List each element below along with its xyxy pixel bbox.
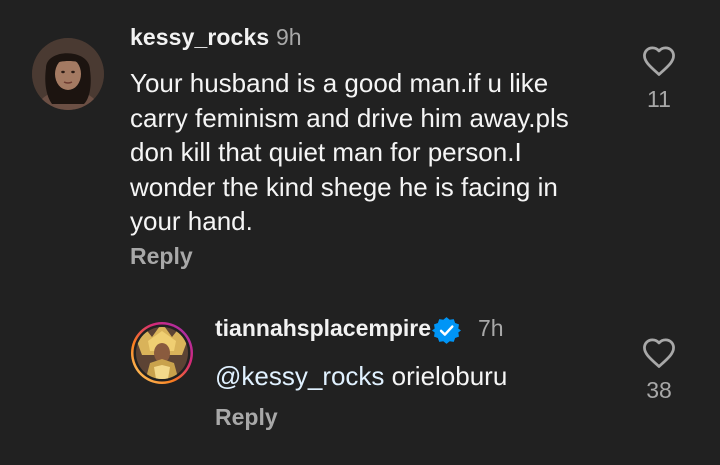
- profile-photo: [32, 38, 104, 110]
- comment-text-line: don kill that quiet man for person.I: [130, 137, 522, 167]
- reply-button[interactable]: Reply: [130, 243, 193, 270]
- comment-text-line: carry feminism and drive him away.pls: [130, 102, 569, 133]
- avatar[interactable]: [130, 321, 194, 385]
- heart-outline-icon: [643, 338, 675, 368]
- comment-timestamp: 9h: [276, 24, 302, 50]
- verified-badge-icon: [432, 316, 461, 345]
- verified-badge-shape: [432, 317, 461, 344]
- reply-button[interactable]: Reply: [215, 404, 278, 431]
- mention-link[interactable]: @kessy_rocks: [215, 361, 384, 391]
- avatar[interactable]: [32, 38, 104, 110]
- heart-outline-icon: [643, 46, 675, 76]
- like-count: 11: [647, 86, 671, 112]
- profile-photo: [131, 322, 193, 384]
- comment-username[interactable]: tiannahsplacempire: [215, 315, 431, 342]
- comment-text-line: wonder the kind shege he is facing in: [130, 171, 558, 202]
- like-count: 38: [646, 377, 672, 403]
- like-button[interactable]: [641, 45, 677, 77]
- comment-text: Your husband is a good man.if u like car…: [130, 66, 630, 239]
- comment-username[interactable]: kessy_rocks: [130, 24, 269, 51]
- comment-text-line: your hand.: [130, 206, 253, 236]
- comment-text-line: Your husband is a good man.if u like: [130, 68, 549, 98]
- like-button[interactable]: [641, 337, 677, 369]
- comment-timestamp: 7h: [478, 315, 504, 341]
- comment-text: @kessy_rocks orieloburu: [215, 359, 507, 393]
- comment-text-content: orieloburu: [391, 361, 508, 391]
